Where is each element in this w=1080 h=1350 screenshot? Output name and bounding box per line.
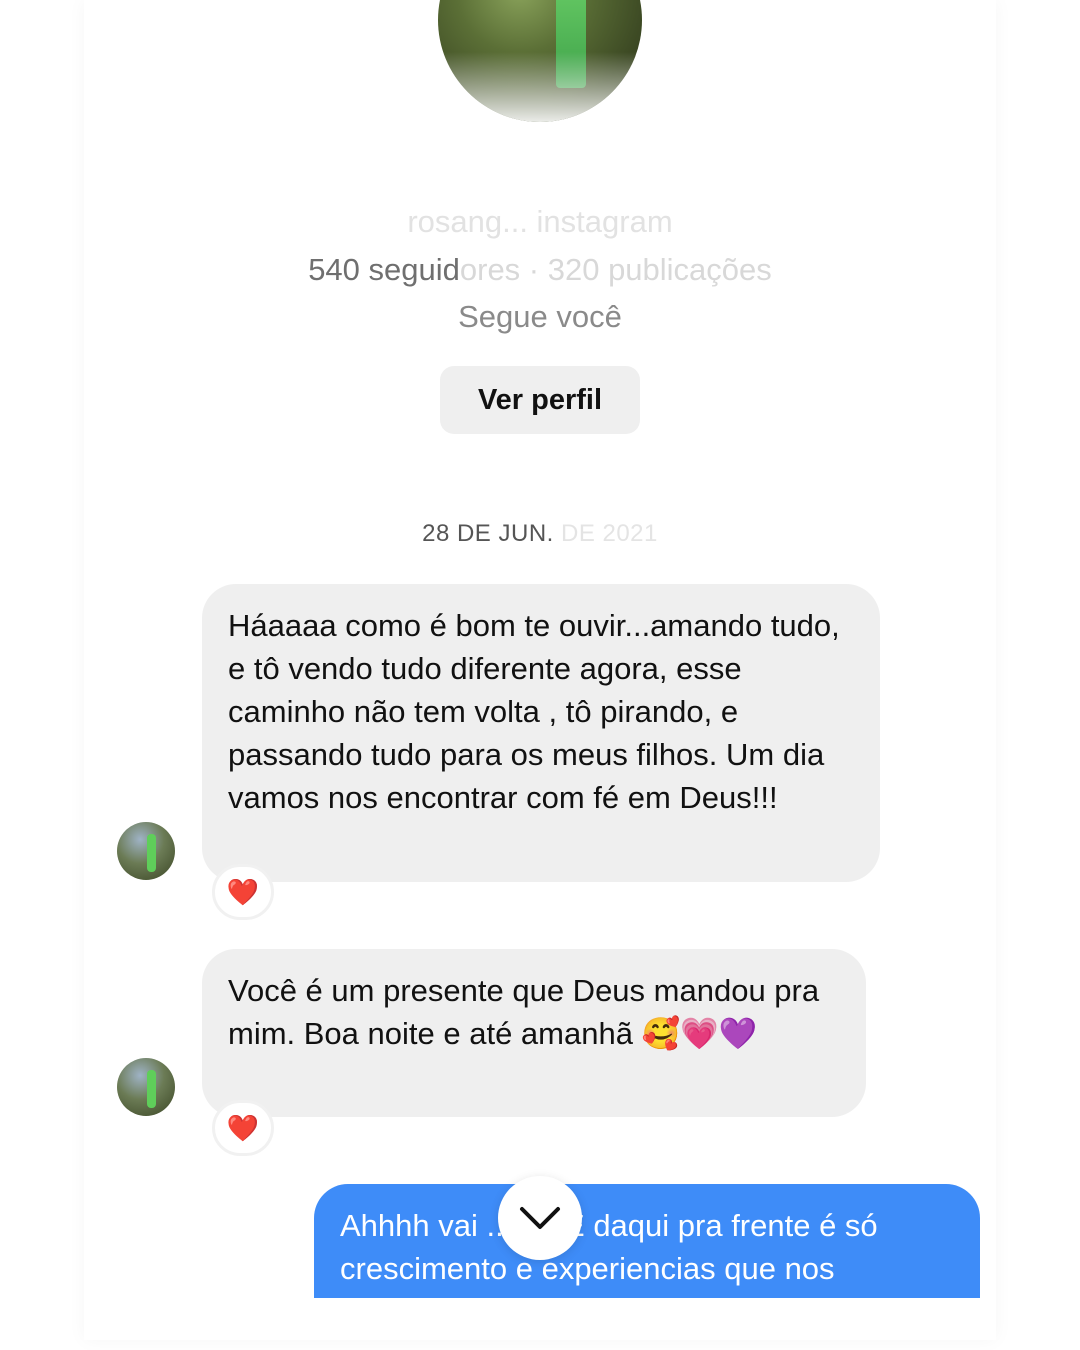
sender-avatar[interactable] <box>117 1058 175 1116</box>
profile-stats-faded: ores · 320 publicações <box>459 252 772 287</box>
heart-icon[interactable]: ❤️ <box>212 1100 274 1156</box>
chevron-down-icon <box>520 1207 560 1229</box>
thread-date-faded: DE 2021 <box>553 520 658 547</box>
message-bubble-incoming[interactable]: Háaaaa como é bom te ouvir...amando tudo… <box>202 584 880 882</box>
profile-photo[interactable] <box>438 0 642 122</box>
bottom-edge <box>84 1298 996 1340</box>
message-bubble-outgoing[interactable]: Ahhhh vai ...o!!! E daqui pra frente é s… <box>314 1184 980 1298</box>
thread-date: 28 DE JUN. DE 2021 <box>0 520 1080 548</box>
profile-stats: 540 seguidores · 320 publicações <box>0 252 1080 288</box>
profile-photo-fade <box>438 52 642 122</box>
message-bubble-incoming[interactable]: Você é um presente que Deus mandou pra m… <box>202 949 866 1117</box>
avatar-figure <box>147 834 156 872</box>
thread-date-visible: 28 DE JUN. <box>422 520 554 547</box>
avatar-figure <box>147 1070 156 1108</box>
follows-you-label: Segue você <box>458 299 622 334</box>
view-profile-button[interactable]: Ver perfil <box>440 366 640 434</box>
heart-icon[interactable]: ❤️ <box>212 864 274 920</box>
profile-username: rosang... instagram <box>407 204 673 239</box>
sender-avatar[interactable] <box>117 822 175 880</box>
profile-stats-visible: 540 seguid <box>308 252 460 287</box>
scroll-down-button[interactable] <box>498 1176 582 1260</box>
